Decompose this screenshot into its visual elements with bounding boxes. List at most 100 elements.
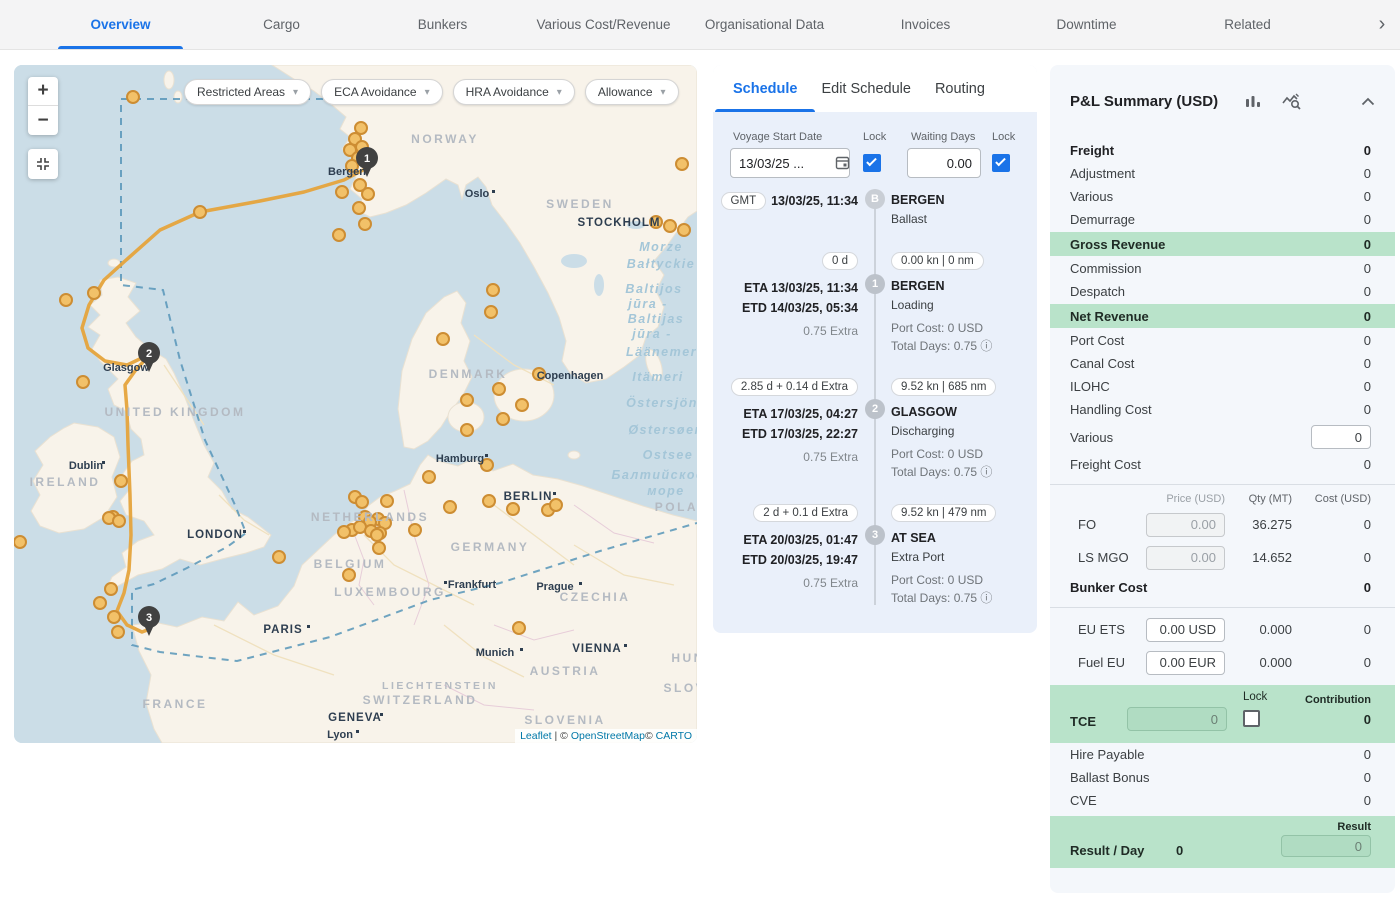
- voyage-start-date-input[interactable]: [730, 148, 850, 178]
- label-poland: POLAN: [655, 500, 697, 514]
- label-paris: PARIS: [263, 624, 302, 636]
- timeline-node-2: 2: [865, 399, 885, 419]
- result-input[interactable]: [1281, 835, 1371, 857]
- label-slovenia: SLOVENIA: [524, 713, 605, 727]
- port-name: BERGEN: [891, 191, 944, 210]
- leaflet-link[interactable]: Leaflet: [520, 730, 552, 742]
- zoom-out-button[interactable]: −: [28, 106, 58, 135]
- timeline-node-start: B: [865, 189, 885, 209]
- analysis-chart-icon[interactable]: [1282, 93, 1302, 111]
- start-time: 13/03/25, 11:34: [771, 191, 858, 211]
- result-header: Result: [1337, 821, 1371, 833]
- tab-bunkers[interactable]: Bunkers: [362, 0, 523, 49]
- leg-start-times: GMT13/03/25, 11:34: [721, 191, 858, 211]
- fuel-eu-input[interactable]: [1146, 651, 1225, 675]
- label-london: LONDON: [187, 529, 243, 541]
- pnl-summary-panel: P&L Summary (USD) Freight0: [1050, 65, 1395, 893]
- tab-invoices[interactable]: Invoices: [845, 0, 1006, 49]
- svg-text:2: 2: [146, 348, 152, 360]
- tab-edit-schedule[interactable]: Edit Schedule: [821, 65, 910, 112]
- lock-label: Lock: [992, 131, 1015, 143]
- port-name: GLASGOW: [891, 403, 996, 422]
- port-cost: Port Cost: 0 USD: [891, 571, 996, 589]
- zoom-in-button[interactable]: +: [28, 77, 58, 106]
- label-sweden: SWEDEN: [546, 197, 614, 211]
- etd: ETD 14/03/25, 05:34: [742, 298, 858, 318]
- osm-link[interactable]: OpenStreetMap: [571, 730, 645, 742]
- tab-schedule[interactable]: Schedule: [733, 65, 797, 112]
- voyage-map[interactable]: Morze Bałtyckie Baltijos jūra - Baltijas…: [14, 65, 697, 743]
- various-cost-input[interactable]: [1311, 425, 1371, 449]
- result-per-day-label: Result / Day: [1070, 843, 1144, 858]
- pnl-row-hire-payable: Hire Payable0: [1050, 743, 1395, 766]
- tab-organisational-data[interactable]: Organisational Data: [684, 0, 845, 49]
- waiting-days-lock-checkbox[interactable]: [992, 154, 1010, 172]
- timezone-pill[interactable]: GMT: [721, 192, 767, 210]
- tab-various-cost-revenue[interactable]: Various Cost/Revenue: [523, 0, 684, 49]
- label-austria: AUSTRIA: [530, 664, 601, 678]
- calendar-icon[interactable]: [835, 155, 850, 170]
- tab-routing[interactable]: Routing: [935, 65, 985, 112]
- label-hungary: HUNG: [671, 651, 697, 665]
- bar-chart-icon[interactable]: [1244, 93, 1262, 111]
- carto-link[interactable]: CARTO: [656, 730, 692, 742]
- duration-pill: 0 d: [822, 252, 858, 270]
- lsmgo-price-input[interactable]: [1146, 546, 1225, 570]
- tab-overview[interactable]: Overview: [40, 0, 201, 49]
- tce-input[interactable]: [1127, 707, 1227, 731]
- filter-allowance[interactable]: Allowance▾: [585, 79, 679, 105]
- info-icon[interactable]: ⓘ: [980, 591, 992, 605]
- sea-label: Itämeri: [632, 370, 684, 384]
- pnl-row-cve: CVE0: [1050, 789, 1395, 812]
- fit-bounds-button[interactable]: [28, 149, 58, 179]
- sea-label: jūra -: [626, 297, 668, 311]
- tab-related[interactable]: Related: [1167, 0, 1328, 49]
- filter-eca-avoidance[interactable]: ECA Avoidance▾: [321, 79, 443, 105]
- label-france: FRANCE: [143, 697, 208, 711]
- voyage-start-lock-checkbox[interactable]: [863, 154, 881, 172]
- etd: ETD 17/03/25, 22:27: [731, 424, 858, 444]
- tab-downtime[interactable]: Downtime: [1006, 0, 1167, 49]
- leg-3-times: 2 d + 0.1 d Extra ETA 20/03/25, 01:47 ET…: [742, 503, 858, 590]
- pnl-row-net-revenue: Net Revenue0: [1050, 304, 1395, 328]
- result-block: Result Result / Day 0: [1050, 816, 1395, 868]
- port-activity: Ballast: [891, 210, 944, 229]
- eta: ETA 13/03/25, 11:34: [742, 278, 858, 298]
- schedule-panel: Schedule Edit Schedule Routing Voyage St…: [713, 65, 1037, 633]
- result-per-day-value: 0: [1176, 843, 1183, 858]
- pnl-row-canal-cost: Canal Cost0: [1050, 352, 1395, 375]
- caret-down-icon: ▾: [293, 87, 298, 98]
- speed-distance-pill: 0.00 kn | 0 nm: [891, 252, 984, 270]
- info-icon[interactable]: ⓘ: [980, 339, 992, 353]
- label-slovakia: SLOVA: [664, 681, 697, 695]
- tabs-overflow-chevron-icon[interactable]: ›: [1364, 0, 1400, 49]
- total-days: Total Days: 0.75 ⓘ: [891, 463, 996, 481]
- sea-label: Ostsee: [643, 448, 694, 462]
- filter-restricted-areas[interactable]: Restricted Areas▾: [184, 79, 311, 105]
- label-switzerland: SWITZERLAND: [363, 693, 478, 707]
- island-bornholm: [568, 451, 580, 459]
- sea-label: Morze: [639, 240, 683, 254]
- fo-price-input[interactable]: [1146, 513, 1225, 537]
- tab-cargo[interactable]: Cargo: [201, 0, 362, 49]
- collapse-chevron-icon[interactable]: [1361, 97, 1375, 106]
- tce-label: TCE: [1070, 714, 1096, 729]
- label-glasgow: Glasgow: [103, 362, 149, 374]
- eu-ets-input[interactable]: [1146, 618, 1225, 642]
- divider: [1050, 607, 1395, 608]
- tce-lock-checkbox[interactable]: [1243, 710, 1260, 727]
- speed-distance-pill: 9.52 kn | 685 nm: [891, 378, 996, 396]
- label-lyon: Lyon: [327, 729, 353, 741]
- label-bergen: Bergen: [328, 166, 366, 178]
- waiting-days-input[interactable]: [907, 148, 981, 178]
- label-vienna: VIENNA: [572, 643, 621, 655]
- label-geneva: GENEVA: [328, 712, 382, 724]
- lock-label: Lock: [863, 131, 886, 143]
- filter-hra-avoidance[interactable]: HRA Avoidance▾: [453, 79, 575, 105]
- pnl-row-demurrage: Demurrage0: [1050, 208, 1395, 231]
- info-icon[interactable]: ⓘ: [980, 465, 992, 479]
- top-tab-bar: Overview Cargo Bunkers Various Cost/Reve…: [0, 0, 1400, 50]
- sea-label: Baltijas: [628, 312, 684, 326]
- map-zoom-control: + −: [28, 77, 58, 135]
- pnl-row-bunker-cost: Bunker Cost0: [1050, 575, 1395, 599]
